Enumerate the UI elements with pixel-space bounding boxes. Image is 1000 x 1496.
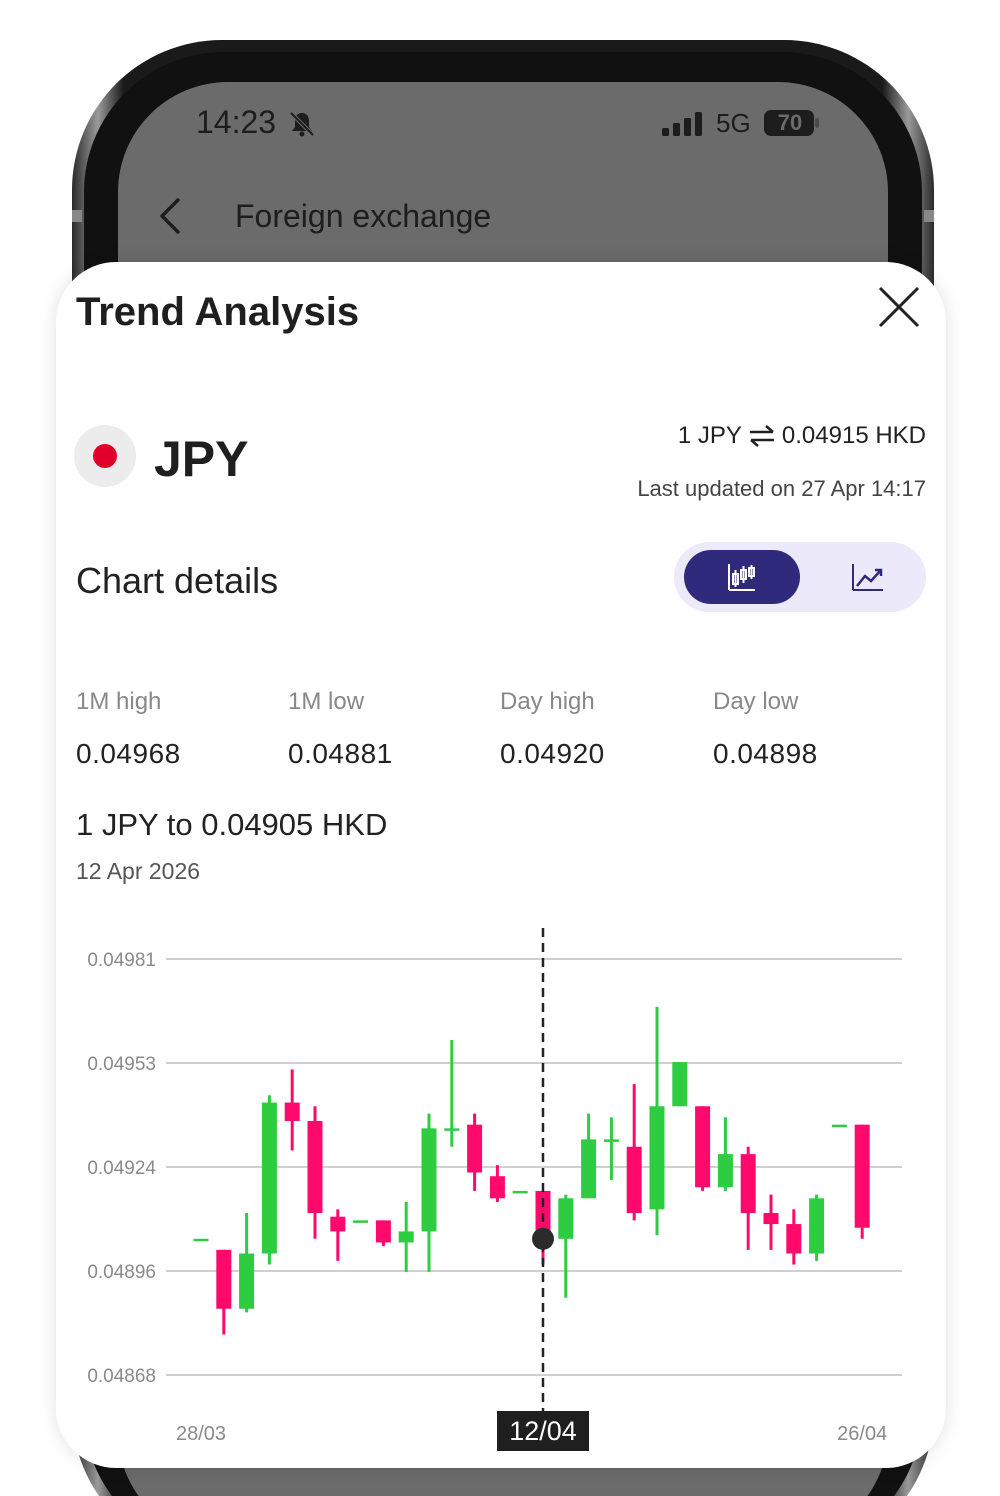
chart-type-toggle — [674, 542, 926, 612]
x-tick-label-highlight: 12/04 — [509, 1416, 577, 1446]
bell-muted-icon — [289, 111, 315, 137]
candle-body — [421, 1128, 437, 1232]
currency-code: JPY — [154, 431, 249, 487]
candle-body — [512, 1190, 528, 1194]
swap-arrows-icon — [749, 425, 774, 447]
y-tick-label: 0.04896 — [87, 1262, 156, 1283]
stat-label: Day high — [500, 688, 595, 715]
y-tick-label: 0.04924 — [87, 1158, 156, 1179]
candle-body — [717, 1154, 733, 1188]
candle-body — [307, 1120, 323, 1214]
battery-level: 70 — [777, 110, 803, 135]
candle-body — [626, 1146, 642, 1214]
phone-side-button — [72, 210, 82, 222]
candle-body — [239, 1253, 255, 1309]
stat-value: 0.04898 — [713, 738, 818, 769]
candle-body — [854, 1124, 870, 1228]
close-icon[interactable] — [876, 284, 922, 330]
sheet-title: Trend Analysis — [76, 290, 360, 334]
selected-rate: 1 JPY to 0.04905 HKD — [76, 807, 388, 842]
candle-body — [672, 1062, 688, 1107]
stat-label: Day low — [713, 688, 799, 715]
stat-1m-low: 1M low 0.04881 — [288, 688, 393, 770]
rate-base: 1 JPY — [677, 422, 742, 449]
trend-analysis-sheet: Trend Analysis JPY 1 JPY 0.04915 HKD Las… — [56, 262, 946, 1468]
stat-label: 1M low — [288, 688, 365, 715]
line-chart-icon — [852, 564, 883, 591]
x-tick-label: 28/03 — [176, 1423, 226, 1445]
stat-day-low: Day low 0.04898 — [713, 688, 818, 770]
candle-body — [216, 1249, 232, 1309]
candle-body — [695, 1106, 711, 1188]
line-view-button[interactable] — [820, 550, 916, 604]
candle-body — [489, 1176, 505, 1199]
candle-body — [284, 1102, 300, 1121]
candle-body — [444, 1128, 460, 1131]
candle-body — [649, 1106, 665, 1210]
candlestick-view-button[interactable] — [684, 550, 800, 604]
candle-body — [353, 1220, 369, 1223]
y-tick-label: 0.04868 — [87, 1366, 156, 1387]
stat-label: 1M high — [76, 688, 162, 715]
stat-value: 0.04968 — [76, 738, 181, 769]
y-tick-label: 0.04953 — [87, 1054, 156, 1075]
network-type: 5G — [716, 108, 751, 138]
candle-body — [193, 1238, 209, 1242]
stat-1m-high: 1M high 0.04968 — [76, 688, 181, 770]
candle-body — [786, 1224, 802, 1254]
chart-details-title: Chart details — [76, 560, 279, 601]
crosshair-point — [532, 1227, 554, 1250]
x-tick-label: 26/04 — [837, 1423, 887, 1445]
candlestick-chart[interactable]: 0.04981 0.04953 0.04924 0.04896 0.04868 28/03… — [56, 902, 946, 1462]
stat-value: 0.04920 — [500, 738, 605, 769]
exchange-rate: 1 JPY 0.04915 HKD — [678, 422, 926, 450]
japan-flag-icon — [74, 425, 136, 487]
signal-icon — [662, 112, 702, 136]
candle-body — [603, 1139, 619, 1142]
y-tick-label: 0.04981 — [87, 950, 156, 971]
candle-body — [581, 1139, 597, 1199]
candle-body — [467, 1124, 483, 1173]
candle-body — [398, 1231, 414, 1243]
candle-body — [831, 1124, 847, 1128]
nav-title: Foreign exchange — [235, 198, 492, 234]
chevron-left-icon[interactable] — [156, 196, 186, 236]
status-time: 14:23 — [196, 104, 277, 140]
candlestick-chart-icon — [728, 564, 755, 591]
rate-value: 0.04915 HKD — [781, 422, 926, 449]
candle-body — [809, 1198, 825, 1254]
phone-side-button — [924, 210, 934, 222]
candle-body — [261, 1102, 277, 1254]
stat-day-high: Day high 0.04920 — [500, 688, 605, 770]
candle-body — [330, 1216, 346, 1232]
candle-body — [740, 1154, 756, 1214]
last-updated: Last updated on 27 Apr 14:17 — [637, 476, 926, 501]
selected-date: 12 Apr 2026 — [76, 858, 201, 884]
candle-body — [763, 1213, 779, 1225]
candle-body — [375, 1220, 391, 1243]
candle-body — [558, 1198, 574, 1239]
stat-value: 0.04881 — [288, 738, 393, 769]
